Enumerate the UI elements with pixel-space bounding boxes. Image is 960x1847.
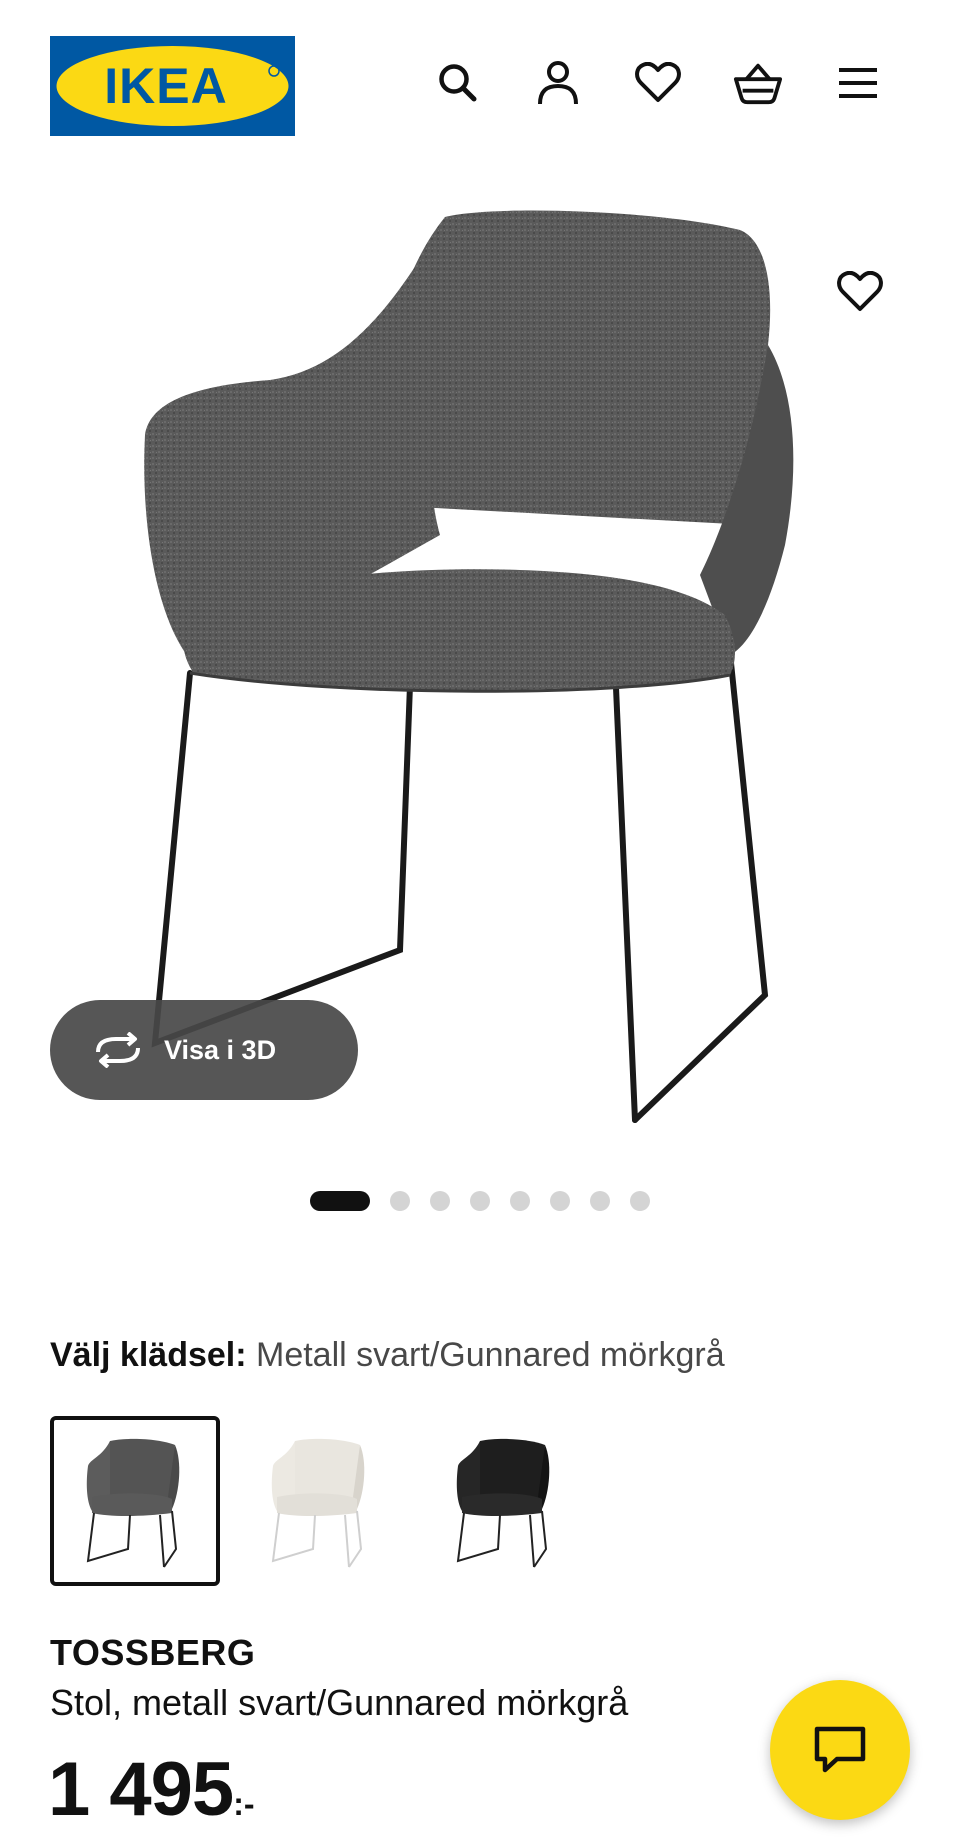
carousel-dot-4[interactable] (470, 1191, 490, 1211)
view-in-3d-label: Visa i 3D (164, 1034, 277, 1065)
carousel-dot-6[interactable] (550, 1191, 570, 1211)
product-description: Stol, metall svart/Gunnared mörkgrå (50, 1682, 629, 1723)
variant-option-dark-grey[interactable] (50, 1416, 220, 1586)
carousel-dot-3[interactable] (430, 1191, 450, 1211)
carousel-dot-1[interactable] (310, 1191, 370, 1211)
menu-icon[interactable] (833, 58, 883, 108)
header: IKEA (0, 0, 960, 160)
chat-button[interactable] (770, 1680, 910, 1820)
ikea-logo[interactable]: IKEA (50, 36, 295, 136)
price-currency: :- (233, 1786, 255, 1822)
upholstery-label: Välj klädsel: Metall svart/Gunnared mörk… (50, 1336, 725, 1375)
variant-option-black[interactable] (420, 1416, 590, 1586)
view-in-3d-button[interactable]: Visa i 3D (50, 1000, 358, 1100)
chair-thumbnail-black (456, 1438, 550, 1568)
rotate-3d-icon (92, 1032, 144, 1068)
upholstery-value: Metall svart/Gunnared mörkgrå (256, 1336, 725, 1374)
chair-thumbnail-white (271, 1438, 365, 1568)
heart-icon[interactable] (633, 58, 683, 108)
carousel-dot-5[interactable] (510, 1191, 530, 1211)
chair-thumbnail-dark-grey (86, 1438, 180, 1568)
logo-text: IKEA (104, 58, 227, 114)
basket-icon[interactable] (733, 58, 783, 108)
price-amount: 1 495 (48, 1747, 234, 1832)
carousel-dot-8[interactable] (630, 1191, 650, 1211)
user-icon[interactable] (533, 58, 583, 108)
carousel-dot-2[interactable] (390, 1191, 410, 1211)
variant-option-white[interactable] (235, 1416, 405, 1586)
product-price: 1 495 :- (48, 1748, 255, 1832)
image-carousel-indicator[interactable] (310, 1190, 670, 1212)
heart-icon (837, 271, 883, 311)
upholstery-key: Välj klädsel: (50, 1336, 247, 1374)
search-icon[interactable] (433, 58, 483, 108)
carousel-dot-7[interactable] (590, 1191, 610, 1211)
chat-icon (814, 1726, 866, 1773)
favourite-button[interactable] (830, 262, 890, 322)
product-name: TOSSBERG (50, 1632, 256, 1673)
